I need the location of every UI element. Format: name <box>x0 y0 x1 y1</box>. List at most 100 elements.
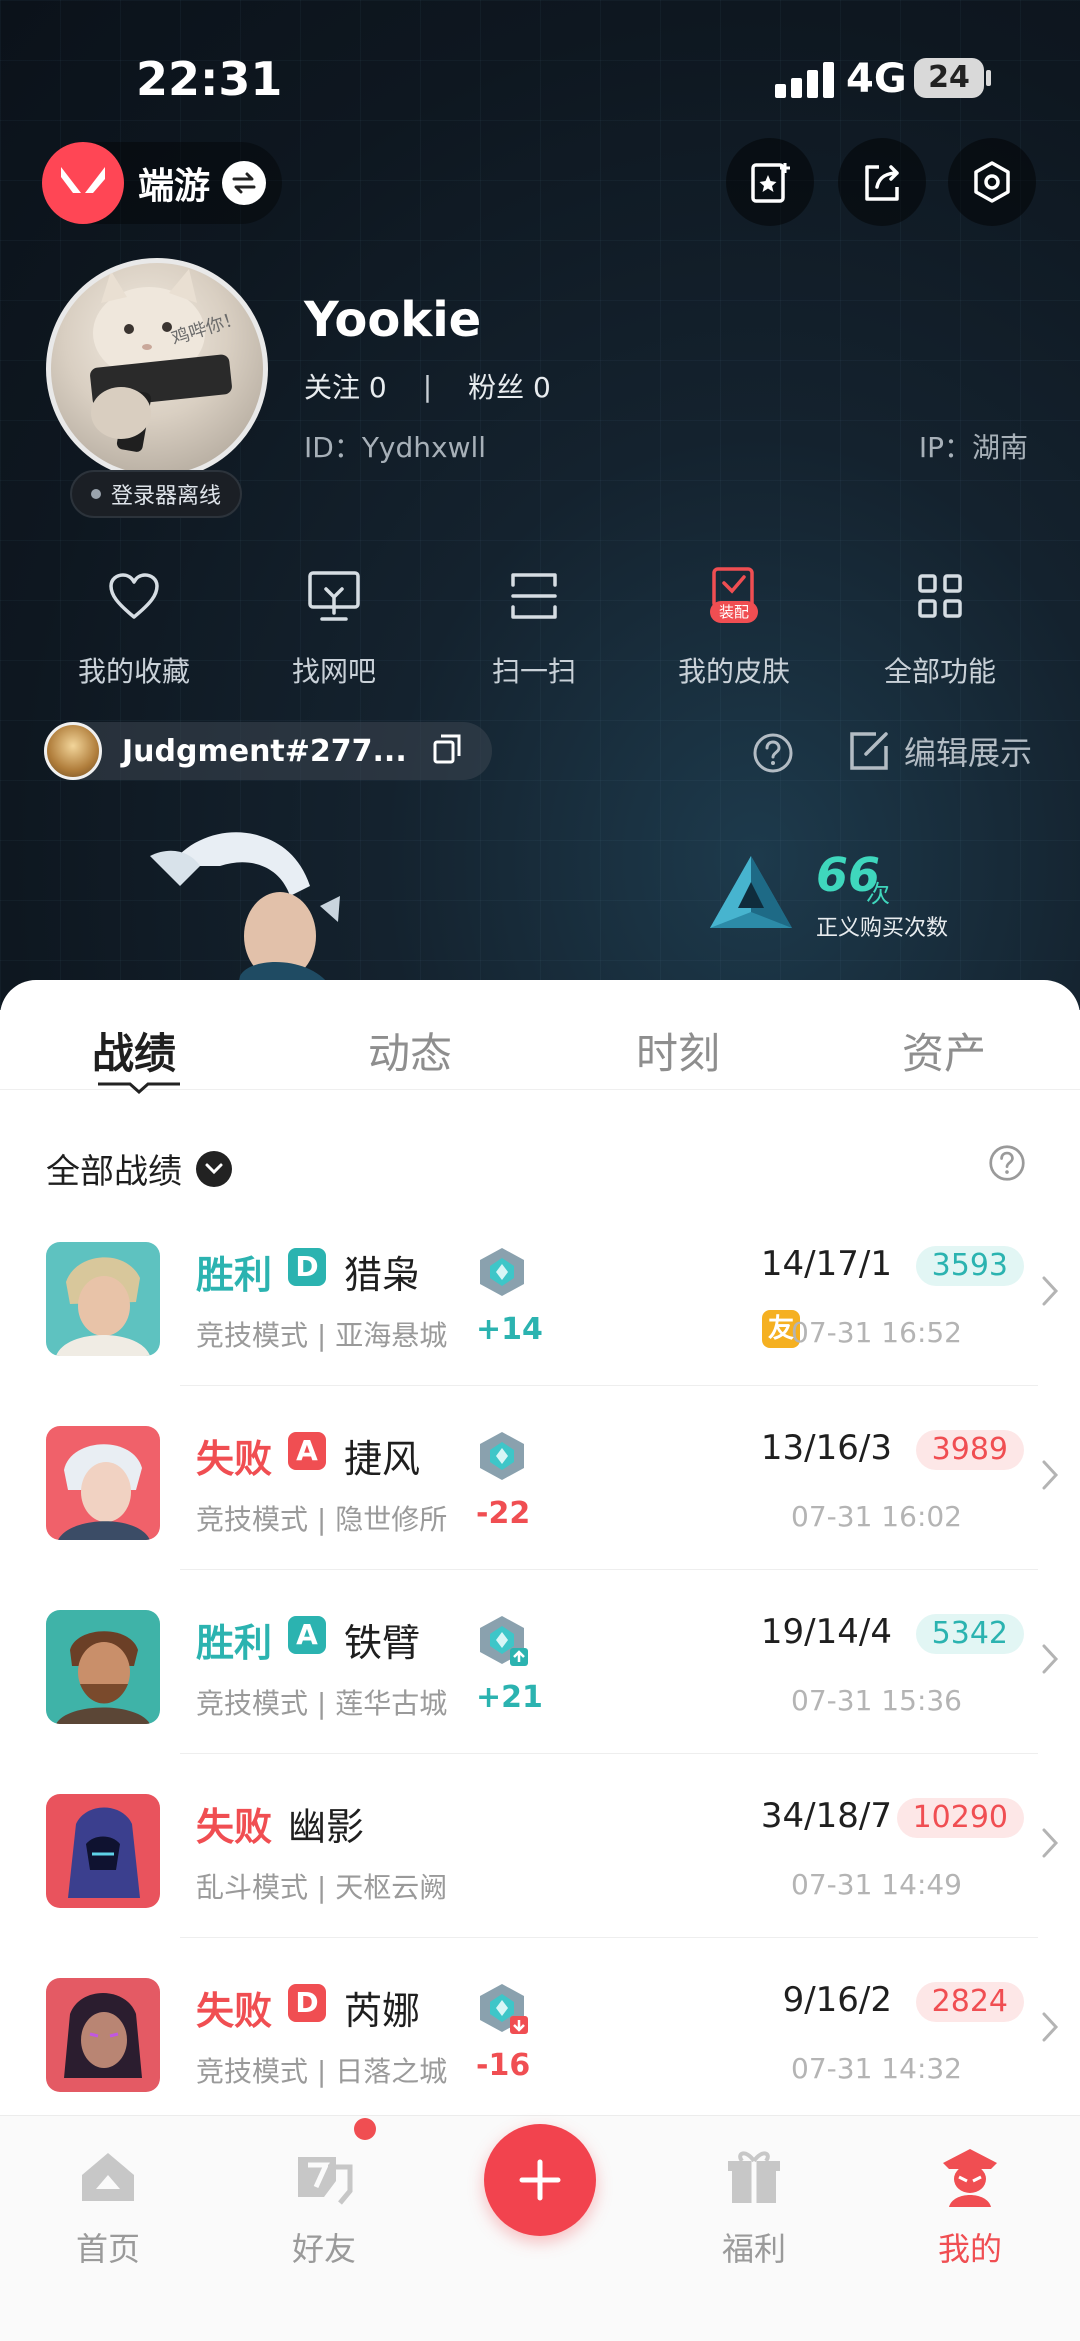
records-help-icon[interactable] <box>988 1144 1026 1186</box>
match-result: 胜利 <box>196 1253 273 1297</box>
chevron-down-icon <box>196 1150 232 1187</box>
agent-portrait <box>46 1978 160 2092</box>
records-sheet: 战绩 动态 时刻 资产 全部战绩 胜利 D 猎枭 竞技模式 | 亚海悬城 +14… <box>0 980 1080 2115</box>
agent-portrait <box>46 1426 160 1540</box>
tab-records[interactable]: 战绩 <box>92 1020 176 1081</box>
game-account-chip[interactable]: Judgment#277... <box>44 722 492 780</box>
agent-name: 铁臂 <box>344 1621 421 1665</box>
following-count[interactable]: 关注 0 <box>304 366 387 406</box>
skin-icon: 装配 <box>634 566 834 626</box>
tab-feed[interactable]: 动态 <box>368 1020 452 1081</box>
rank-emblem-icon <box>480 1432 524 1480</box>
nav-friends[interactable]: 好友 <box>254 2140 394 2270</box>
skin-badge: 装配 <box>719 603 749 621</box>
user-avatar[interactable]: 鸡哔你！ <box>46 258 268 480</box>
records-filter[interactable]: 全部战绩 <box>46 1144 232 1193</box>
user-id: ID：Yydhxwll <box>304 431 487 464</box>
cat-avatar-image: 鸡哔你！ <box>90 269 244 452</box>
copy-icon[interactable] <box>431 732 463 770</box>
action-label: 我的皮肤 <box>677 655 790 688</box>
help-icon[interactable] <box>752 732 794 778</box>
share-icon <box>865 165 899 201</box>
nav-benefits[interactable]: 福利 <box>684 2140 824 2270</box>
tab-active-indicator <box>98 1082 180 1094</box>
match-row[interactable]: 失败 幽影 乱斗模式 | 天枢云阙 34/18/7 10290 07-31 14… <box>0 1754 1080 1938</box>
nav-home[interactable]: 首页 <box>38 2140 178 2270</box>
match-row[interactable]: 胜利 A 铁臂 竞技模式 | 莲华古城 +21 19/14/4 5342 07-… <box>0 1570 1080 1754</box>
match-row[interactable]: 失败 A 捷风 竞技模式 | 隐世修所 -22 13/16/3 3989 07-… <box>0 1386 1080 1570</box>
match-row[interactable]: 胜利 D 猎枭 竞技模式 | 亚海悬城 +14 14/17/1 3593 友 0… <box>0 1202 1080 1386</box>
battery-tip <box>986 70 991 86</box>
network-type: 4G <box>846 56 907 102</box>
plus-icon <box>519 2159 561 2201</box>
action-label: 找网吧 <box>291 655 376 688</box>
match-result: 失败 <box>196 1989 273 2033</box>
create-button[interactable] <box>484 2124 596 2236</box>
rank-grade-badge: A <box>288 1432 326 1470</box>
tab-moments[interactable]: 时刻 <box>636 1020 720 1081</box>
agent-name: 芮娜 <box>344 1989 421 2033</box>
launcher-status-text: 登录器离线 <box>110 484 221 509</box>
edit-showcase-button[interactable]: 编辑展示 <box>846 728 1032 774</box>
follow-stats: 关注 0 | 粉丝 0 <box>304 366 551 406</box>
switch-icon <box>222 161 267 205</box>
tab-assets[interactable]: 资产 <box>902 1020 986 1081</box>
edit-showcase-label: 编辑展示 <box>904 734 1033 772</box>
rr-change: -16 <box>476 2048 531 2083</box>
agent-portrait <box>46 1610 160 1724</box>
chevron-right-icon <box>1042 1460 1059 1490</box>
purchase-unit: 次 <box>866 880 890 908</box>
rank-emblem-icon <box>480 1248 524 1296</box>
friends-notification-dot <box>354 2118 376 2140</box>
settings-button[interactable] <box>948 138 1036 226</box>
platform-switcher[interactable]: 端游 <box>42 142 282 224</box>
kda: 13/16/3 <box>760 1428 892 1468</box>
mode-map: 竞技模式 | 莲华古城 <box>196 1687 448 1720</box>
action-all-features[interactable]: 全部功能 <box>840 566 1040 690</box>
stats-separator: | <box>422 369 433 403</box>
mode-map: 乱斗模式 | 天枢云阙 <box>196 1871 448 1904</box>
home-icon <box>38 2140 178 2214</box>
mode-map: 竞技模式 | 日落之城 <box>196 2055 448 2088</box>
agent-portrait <box>46 1794 160 1908</box>
nav-label: 我的 <box>937 2230 1002 2268</box>
nav-label: 福利 <box>721 2230 786 2268</box>
combat-score: 10290 <box>896 1798 1024 1838</box>
action-label: 全部功能 <box>883 655 996 688</box>
action-find-cafe[interactable]: 找网吧 <box>234 566 434 690</box>
purchase-label: 正义购买次数 <box>816 916 949 941</box>
share-button[interactable] <box>838 138 926 226</box>
action-my-skins[interactable]: 装配 我的皮肤 <box>634 566 834 690</box>
combat-score: 3593 <box>915 1246 1024 1286</box>
rank-grade-badge: D <box>288 1248 326 1286</box>
combat-score: 2824 <box>915 1982 1024 2022</box>
create-post-button[interactable] <box>726 138 814 226</box>
match-row[interactable]: 失败 D 芮娜 竞技模式 | 日落之城 -16 9/16/2 2824 07-3… <box>0 1938 1080 2122</box>
ip-location: IP：湖南 <box>918 431 1028 464</box>
action-scan[interactable]: 扫一扫 <box>434 566 634 690</box>
status-dot <box>90 489 101 499</box>
nav-me[interactable]: 我的 <box>900 2140 1040 2270</box>
rr-change: -22 <box>476 1496 531 1531</box>
valorant-logo-icon <box>42 142 124 224</box>
star-card-icon <box>751 163 790 203</box>
battery-icon: 24 <box>914 58 984 98</box>
kda: 14/17/1 <box>760 1244 892 1284</box>
kda: 9/16/2 <box>782 1980 892 2020</box>
chevron-right-icon <box>1042 1276 1059 1306</box>
platform-label: 端游 <box>138 166 211 207</box>
filter-label: 全部战绩 <box>46 1152 182 1192</box>
radianite-pyramid-icon <box>710 856 792 928</box>
username: Yookie <box>304 292 482 348</box>
action-favorites[interactable]: 我的收藏 <box>34 566 234 690</box>
match-time: 07-31 16:02 <box>791 1500 962 1533</box>
followers-count[interactable]: 粉丝 0 <box>468 366 551 406</box>
rank-grade-badge: A <box>288 1616 326 1654</box>
agent-name: 幽影 <box>288 1805 365 1849</box>
rank-emblem-up-icon <box>480 1616 528 1666</box>
agent-name: 猎枭 <box>344 1253 421 1297</box>
chevron-right-icon <box>1042 1828 1059 1858</box>
game-account-avatar <box>44 722 102 780</box>
chevron-right-icon <box>1042 2012 1059 2042</box>
match-time: 07-31 15:36 <box>791 1684 962 1717</box>
